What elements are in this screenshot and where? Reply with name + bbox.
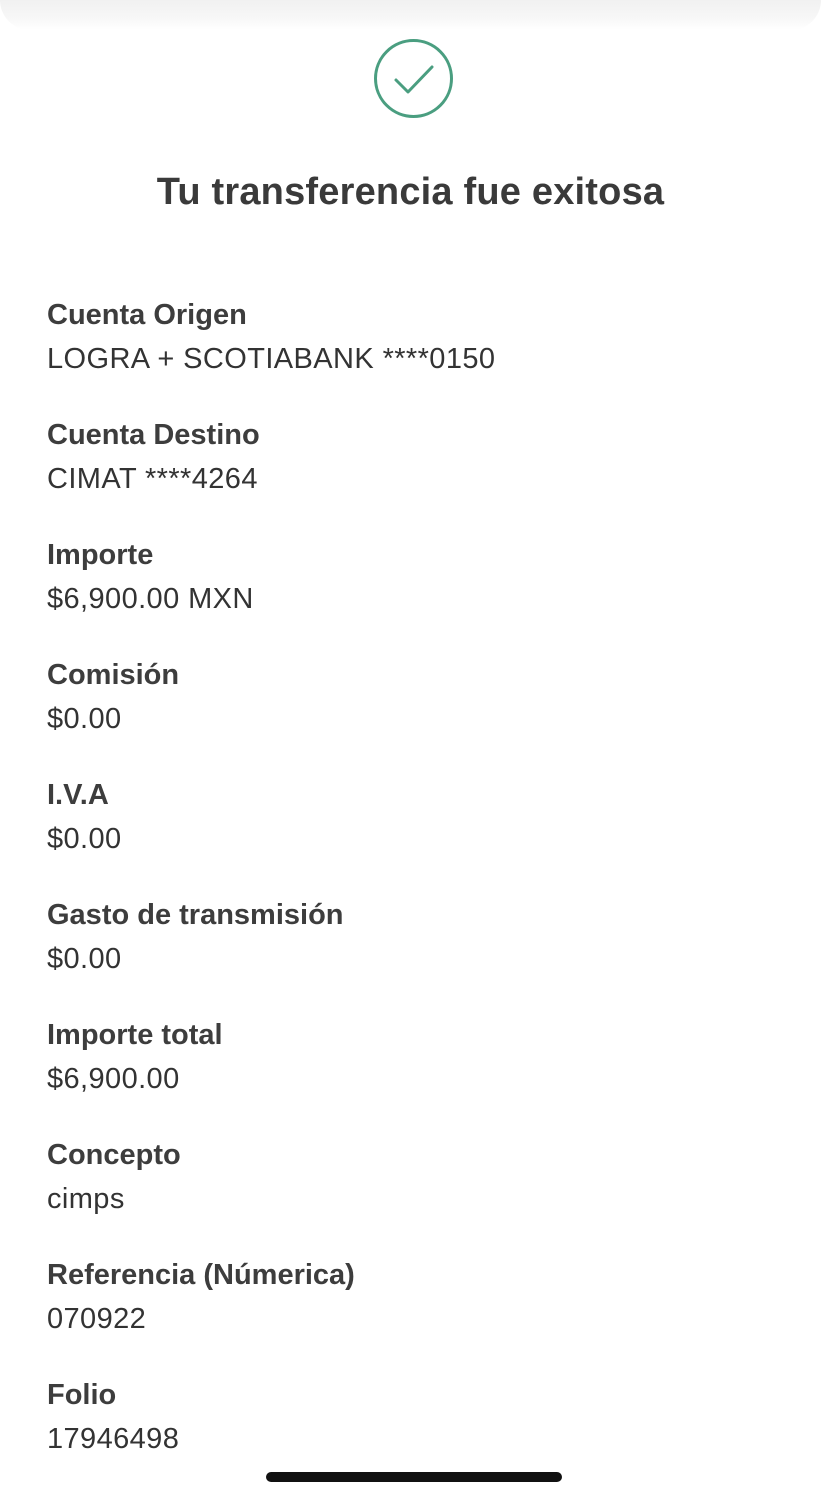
detail-value: 070922: [47, 1303, 147, 1335]
detail-label: Importe: [47, 539, 154, 571]
detail-label: Folio: [47, 1379, 117, 1411]
check-circle-icon: [373, 38, 454, 119]
detail-label: Cuenta Origen: [47, 299, 247, 331]
detail-value: CIMAT ****4264: [47, 463, 258, 495]
detail-label: Cuenta Destino: [47, 419, 260, 451]
detail-label: Gasto de transmisión: [47, 899, 344, 931]
detail-importe: Importe $6,900.00 MXN: [47, 533, 787, 653]
detail-concepto: Concepto cimps: [47, 1133, 787, 1253]
detail-value: $6,900.00 MXN: [47, 583, 254, 615]
detail-label: Concepto: [47, 1139, 181, 1171]
detail-label: I.V.A: [47, 779, 109, 811]
detail-value: cimps: [47, 1183, 125, 1215]
detail-value: LOGRA + SCOTIABANK ****0150: [47, 343, 496, 375]
detail-comision: Comisión $0.00: [47, 653, 787, 773]
detail-label: Importe total: [47, 1019, 223, 1051]
detail-label: Comisión: [47, 659, 180, 691]
transfer-success-screen: Tu transferencia fue exitosa Cuenta Orig…: [0, 0, 821, 1499]
detail-cuenta-destino: Cuenta Destino CIMAT ****4264: [47, 413, 787, 533]
home-indicator[interactable]: [266, 1472, 562, 1482]
detail-iva: I.V.A $0.00: [47, 773, 787, 893]
detail-value: $6,900.00: [47, 1063, 180, 1095]
detail-value: $0.00: [47, 703, 122, 735]
detail-value: $0.00: [47, 943, 122, 975]
detail-cuenta-origen: Cuenta Origen LOGRA + SCOTIABANK ****015…: [47, 293, 787, 413]
page-title: Tu transferencia fue exitosa: [156, 171, 665, 213]
top-sheet-edge: [0, 0, 821, 30]
detail-value: 17946498: [47, 1423, 180, 1455]
transfer-details: Cuenta Origen LOGRA + SCOTIABANK ****015…: [47, 293, 787, 1493]
detail-importe-total: Importe total $6,900.00: [47, 1013, 787, 1133]
detail-gasto-transmision: Gasto de transmisión $0.00: [47, 893, 787, 1013]
detail-value: $0.00: [47, 823, 122, 855]
detail-label: Referencia (Númerica): [47, 1259, 355, 1291]
detail-referencia: Referencia (Númerica) 070922: [47, 1253, 787, 1373]
